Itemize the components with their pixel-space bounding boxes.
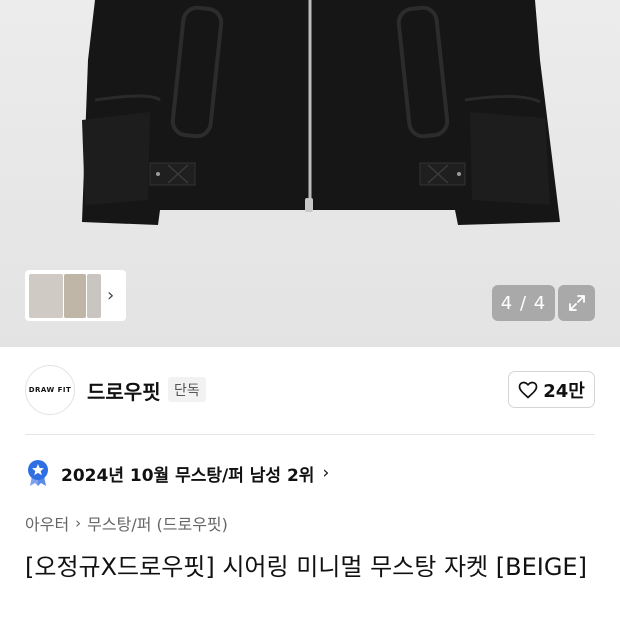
thumbnail-strip[interactable]: › xyxy=(25,270,126,321)
thumbnail-image[interactable] xyxy=(87,273,101,318)
ranking-badge-icon xyxy=(28,460,48,486)
brand-name[interactable]: 드로우핏 xyxy=(87,376,161,405)
like-button[interactable]: 24만 xyxy=(508,371,595,408)
image-counter: 4 / 4 xyxy=(492,285,555,321)
ranking-text: 2024년 10월 무스탕/퍼 남성 2위 xyxy=(61,465,315,486)
chevron-right-icon: › xyxy=(75,514,82,532)
expand-icon xyxy=(568,295,585,311)
product-image-area[interactable]: › 4 / 4 xyxy=(0,0,620,347)
breadcrumb-subcategory[interactable]: 무스탕/퍼 (드로우핏) xyxy=(87,511,228,535)
expand-button[interactable] xyxy=(558,285,595,321)
heart-icon xyxy=(518,381,538,399)
like-count: 24만 xyxy=(543,380,585,402)
product-title: [오정규X드로우핏] 시어링 미니멀 무스탕 자켓 [BEIGE] xyxy=(25,553,587,581)
brand-row: DRAW FIT 드로우핏 단독 24만 xyxy=(0,347,620,435)
divider xyxy=(25,434,595,435)
exclusive-badge: 단독 xyxy=(168,377,206,402)
ranking-link[interactable]: 2024년 10월 무스탕/퍼 남성 2위 › xyxy=(25,459,329,487)
breadcrumb-category[interactable]: 아우터 xyxy=(25,511,69,535)
chevron-right-icon: › xyxy=(322,463,330,483)
thumbnail-image[interactable] xyxy=(29,273,63,318)
brand-logo[interactable]: DRAW FIT xyxy=(25,365,75,415)
thumbnail-image[interactable] xyxy=(64,273,86,318)
chevron-right-icon[interactable]: › xyxy=(107,285,114,306)
breadcrumb: 아우터 › 무스탕/퍼 (드로우핏) xyxy=(25,511,228,535)
